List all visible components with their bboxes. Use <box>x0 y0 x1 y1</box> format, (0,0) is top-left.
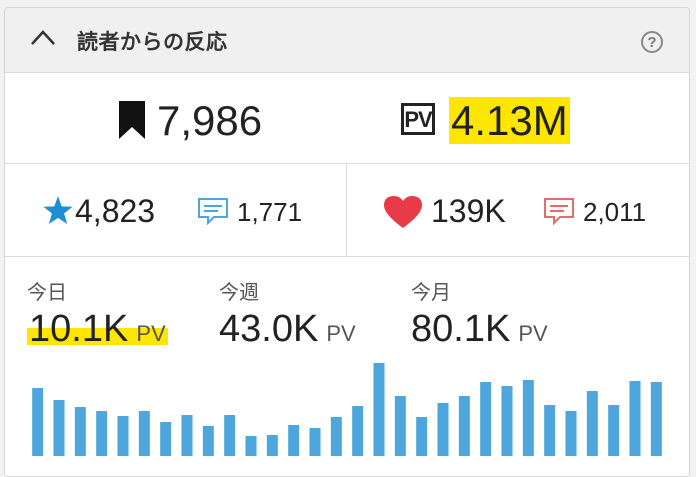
period-unit-month: PV <box>518 321 548 346</box>
chart-bar[interactable] <box>650 382 662 456</box>
period-month: 80.1K PV <box>411 310 548 348</box>
chart-bar[interactable] <box>629 381 641 456</box>
reader-reactions-card: 読者からの反応 ? 7,986 PV 4.13M 4,823 1,771 139… <box>4 7 690 477</box>
chart-bar[interactable] <box>117 416 129 456</box>
chart-bar[interactable] <box>608 405 620 456</box>
reactions-row: 4,823 1,771 139K 2,011 <box>5 164 689 257</box>
chart-bar[interactable] <box>32 388 44 456</box>
chart-bar[interactable] <box>458 396 470 456</box>
period-label-month: 今月 <box>411 282 451 304</box>
card-header[interactable]: 読者からの反応 ? <box>5 8 689 73</box>
summary-row: 7,986 PV 4.13M <box>5 73 689 164</box>
divider <box>346 164 347 256</box>
chart-bar[interactable] <box>352 406 364 456</box>
star-count[interactable]: 4,823 <box>75 195 155 227</box>
period-unit-week: PV <box>326 321 356 346</box>
chart-bar[interactable] <box>522 380 534 456</box>
chart-bar[interactable] <box>416 417 428 456</box>
chart-bar[interactable] <box>330 417 342 456</box>
chart-bar[interactable] <box>266 435 278 456</box>
star-icon[interactable] <box>43 196 73 224</box>
comment-count-red[interactable]: 2,011 <box>583 199 646 225</box>
chart-bar[interactable] <box>373 363 385 456</box>
chart-bar[interactable] <box>309 428 321 456</box>
period-value-today: 10.1K <box>29 308 129 350</box>
chart-bar[interactable] <box>394 396 406 456</box>
chart-bar[interactable] <box>96 411 108 456</box>
period-week: 43.0K PV <box>219 310 356 348</box>
pageview-bar-chart <box>32 363 662 456</box>
comment-icon-red[interactable] <box>543 197 575 225</box>
pageview-total: 4.13M <box>449 97 570 144</box>
period-today-highlight: 10.1K PV <box>27 310 168 348</box>
chart-bar[interactable] <box>74 407 86 456</box>
pageview-total-wrap: 4.13M <box>449 97 570 144</box>
chart-bar[interactable] <box>480 382 492 456</box>
chevron-up-icon[interactable] <box>29 27 57 47</box>
comment-count-blue[interactable]: 1,771 <box>237 199 302 225</box>
pv-icon: PV <box>401 103 435 135</box>
chart-bar[interactable] <box>53 400 65 456</box>
chart-bar[interactable] <box>160 422 172 456</box>
period-value-week: 43.0K <box>219 308 319 350</box>
chart-bar[interactable] <box>565 411 577 456</box>
period-unit-today: PV <box>136 321 166 346</box>
period-label-week: 今週 <box>219 282 259 304</box>
chart-bar[interactable] <box>202 426 214 456</box>
chart-bar[interactable] <box>586 391 598 456</box>
period-today: 10.1K PV <box>27 310 168 348</box>
bookmark-count: 7,986 <box>157 97 263 144</box>
chart-bar[interactable] <box>245 436 257 456</box>
chart-bar[interactable] <box>544 405 556 456</box>
chart-bar[interactable] <box>181 415 193 456</box>
chart-bar[interactable] <box>501 386 513 456</box>
like-count[interactable]: 139K <box>431 195 506 227</box>
chart-bar[interactable] <box>437 403 449 456</box>
period-label-today: 今日 <box>27 282 67 304</box>
comment-icon-blue[interactable] <box>197 197 229 225</box>
chart-bar[interactable] <box>288 425 300 456</box>
period-value-month: 80.1K <box>411 308 511 350</box>
help-icon[interactable]: ? <box>641 31 663 53</box>
heart-icon[interactable] <box>383 195 423 229</box>
card-title: 読者からの反応 <box>77 30 228 54</box>
chart-bar[interactable] <box>224 415 236 456</box>
chart-bar[interactable] <box>138 411 150 456</box>
bookmark-icon <box>119 101 145 139</box>
